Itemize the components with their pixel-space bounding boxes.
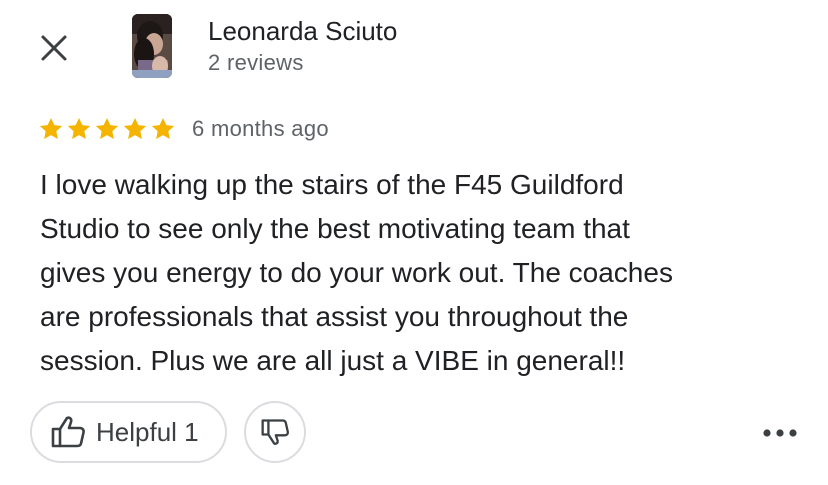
close-button[interactable] — [34, 28, 74, 68]
thumbs-up-icon — [51, 416, 85, 448]
not-helpful-button[interactable] — [244, 401, 306, 463]
avatar[interactable] — [132, 14, 172, 78]
star-icon — [39, 117, 63, 139]
author-name[interactable]: Leonarda Sciuto — [208, 14, 397, 48]
rating-row: 6 months ago — [38, 112, 329, 146]
review-time: 6 months ago — [192, 116, 329, 141]
review-text: I love walking up the stairs of the F45 … — [40, 169, 673, 376]
helpful-button[interactable]: Helpful 1 — [30, 401, 227, 463]
more-options-button[interactable] — [758, 418, 802, 448]
star-icon — [67, 117, 91, 139]
star-rating — [38, 116, 176, 142]
thumbs-down-icon — [261, 419, 289, 445]
helpful-count-label: Helpful 1 — [96, 416, 199, 447]
more-horizontal-icon — [763, 429, 797, 437]
close-icon — [41, 35, 67, 61]
star-icon — [123, 117, 147, 139]
review-count: 2 reviews — [208, 50, 304, 75]
profile-photo — [132, 14, 172, 78]
star-icon — [151, 117, 175, 139]
author-info: Leonarda Sciuto 2 reviews — [208, 14, 397, 78]
star-icon — [95, 117, 119, 139]
